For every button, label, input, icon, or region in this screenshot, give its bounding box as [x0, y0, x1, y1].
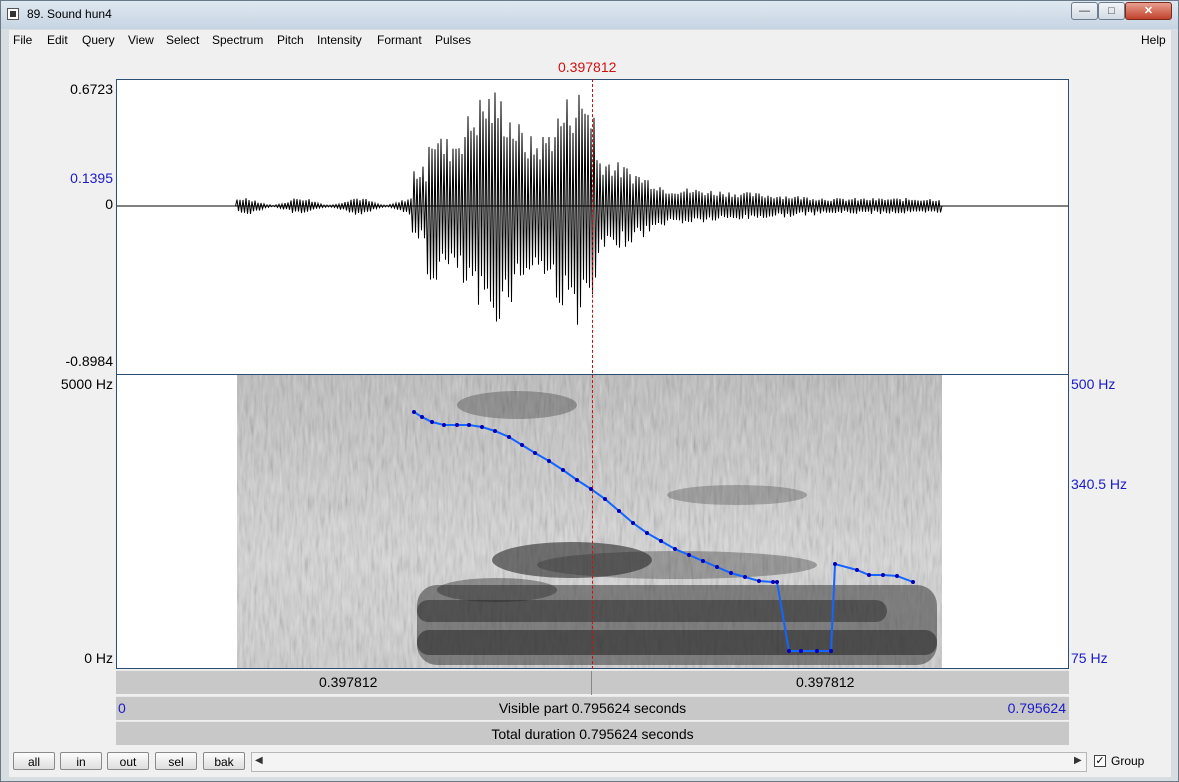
- menu-query[interactable]: Query: [82, 33, 115, 47]
- pitch-point: [701, 559, 705, 563]
- pitch-point: [757, 579, 761, 583]
- pitch-point: [787, 649, 791, 653]
- zoom-selection-button[interactable]: sel: [155, 752, 197, 770]
- spectrogram-min-frequency-label: 0 Hz: [84, 650, 113, 666]
- maximize-button[interactable]: □: [1098, 2, 1125, 20]
- pitch-point: [815, 649, 819, 653]
- group-label: Group: [1111, 754, 1145, 768]
- cursor-time-label: 0.397812: [558, 59, 617, 75]
- pitch-point: [493, 429, 497, 433]
- total-duration-label: Total duration 0.795624 seconds: [491, 726, 694, 742]
- pitch-point: [520, 443, 524, 447]
- pitch-point: [533, 451, 537, 455]
- pitch-point: [833, 562, 837, 566]
- pitch-point: [881, 573, 885, 577]
- bottom-toolbar: all in out sel bak ◀ ▶ ✓ Group: [9, 747, 1171, 777]
- menu-help[interactable]: Help: [1141, 33, 1166, 47]
- waveform-cursor-amplitude-label: 0.1395: [70, 170, 113, 186]
- pitch-cursor-value-label: 340.5 Hz: [1071, 476, 1128, 492]
- waveform-min-label: -0.8984: [65, 353, 113, 369]
- pitch-point: [673, 547, 677, 551]
- menu-edit[interactable]: Edit: [47, 33, 68, 47]
- pitch-min-label: 75 Hz: [1071, 650, 1108, 666]
- sound-editor-window: 89. Sound hun4 — □ ✕ File Edit Query Vie…: [0, 0, 1179, 782]
- waveform-zero-label: 0: [105, 196, 113, 212]
- segment-bar[interactable]: 0.397812 0.397812: [116, 670, 1069, 695]
- zoom-out-button[interactable]: out: [107, 752, 149, 770]
- pitch-point: [799, 649, 803, 653]
- zoom-back-button[interactable]: bak: [203, 752, 245, 770]
- menu-spectrum[interactable]: Spectrum: [212, 33, 263, 47]
- menu-intensity[interactable]: Intensity: [317, 33, 362, 47]
- title-bar[interactable]: 89. Sound hun4 — □ ✕: [1, 1, 1178, 29]
- pitch-point: [455, 423, 459, 427]
- pitch-point: [430, 420, 434, 424]
- visible-start-time: 0: [118, 700, 126, 716]
- time-cursor-line: [592, 79, 593, 669]
- pitch-point: [895, 574, 899, 578]
- group-checkbox[interactable]: ✓: [1094, 755, 1106, 767]
- minimize-button[interactable]: —: [1071, 2, 1098, 20]
- segment-divider: [591, 671, 592, 695]
- pitch-point: [743, 575, 747, 579]
- right-segment-duration[interactable]: 0.397812: [796, 674, 854, 690]
- pitch-point: [603, 497, 607, 501]
- pitch-point: [412, 410, 416, 414]
- visible-part-label: Visible part 0.795624 seconds: [498, 700, 687, 716]
- pitch-point: [775, 580, 779, 584]
- pitch-point: [771, 580, 775, 584]
- left-segment-duration[interactable]: 0.397812: [319, 674, 377, 690]
- visible-part-bar[interactable]: Visible part 0.795624 seconds: [116, 696, 1069, 720]
- menu-file[interactable]: File: [13, 33, 32, 47]
- close-button[interactable]: ✕: [1125, 2, 1172, 20]
- pitch-point: [442, 423, 446, 427]
- pitch-point: [911, 580, 915, 584]
- pitch-point: [659, 539, 663, 543]
- pitch-point: [467, 423, 471, 427]
- window-title: 89. Sound hun4: [27, 7, 112, 21]
- pitch-point: [547, 459, 551, 463]
- pitch-point: [631, 521, 635, 525]
- pitch-point: [829, 649, 833, 653]
- total-duration-bar[interactable]: Total duration 0.795624 seconds: [116, 721, 1069, 745]
- spectrogram-max-frequency-label: 5000 Hz: [60, 376, 113, 392]
- pitch-point: [480, 425, 484, 429]
- menu-select[interactable]: Select: [166, 33, 199, 47]
- zoom-all-button[interactable]: all: [13, 752, 55, 770]
- waveform-max-label: 0.6723: [70, 81, 113, 97]
- pitch-point: [617, 509, 621, 513]
- pitch-point: [561, 468, 565, 472]
- pitch-max-label: 500 Hz: [1071, 376, 1116, 392]
- app-icon: [7, 8, 19, 20]
- zoom-in-button[interactable]: in: [60, 752, 102, 770]
- pitch-point: [575, 478, 579, 482]
- pitch-point: [729, 571, 733, 575]
- pitch-point: [645, 531, 649, 535]
- pitch-point: [867, 573, 871, 577]
- menu-pitch[interactable]: Pitch: [277, 33, 304, 47]
- pitch-point: [507, 435, 511, 439]
- time-scrollbar[interactable]: ◀ ▶: [251, 752, 1087, 772]
- menu-formant[interactable]: Formant: [377, 33, 422, 47]
- pitch-point: [855, 568, 859, 572]
- scroll-left-arrow[interactable]: ◀: [255, 755, 263, 766]
- pitch-point: [420, 415, 424, 419]
- pitch-point: [715, 565, 719, 569]
- visible-end-time: 0.795624: [1007, 700, 1066, 716]
- menu-view[interactable]: View: [128, 33, 154, 47]
- menu-bar: File Edit Query View Select Spectrum Pit…: [9, 30, 1171, 50]
- pitch-point: [687, 553, 691, 557]
- menu-pulses[interactable]: Pulses: [435, 33, 471, 47]
- spectrogram-plot: [237, 375, 942, 668]
- scroll-right-arrow[interactable]: ▶: [1074, 755, 1082, 766]
